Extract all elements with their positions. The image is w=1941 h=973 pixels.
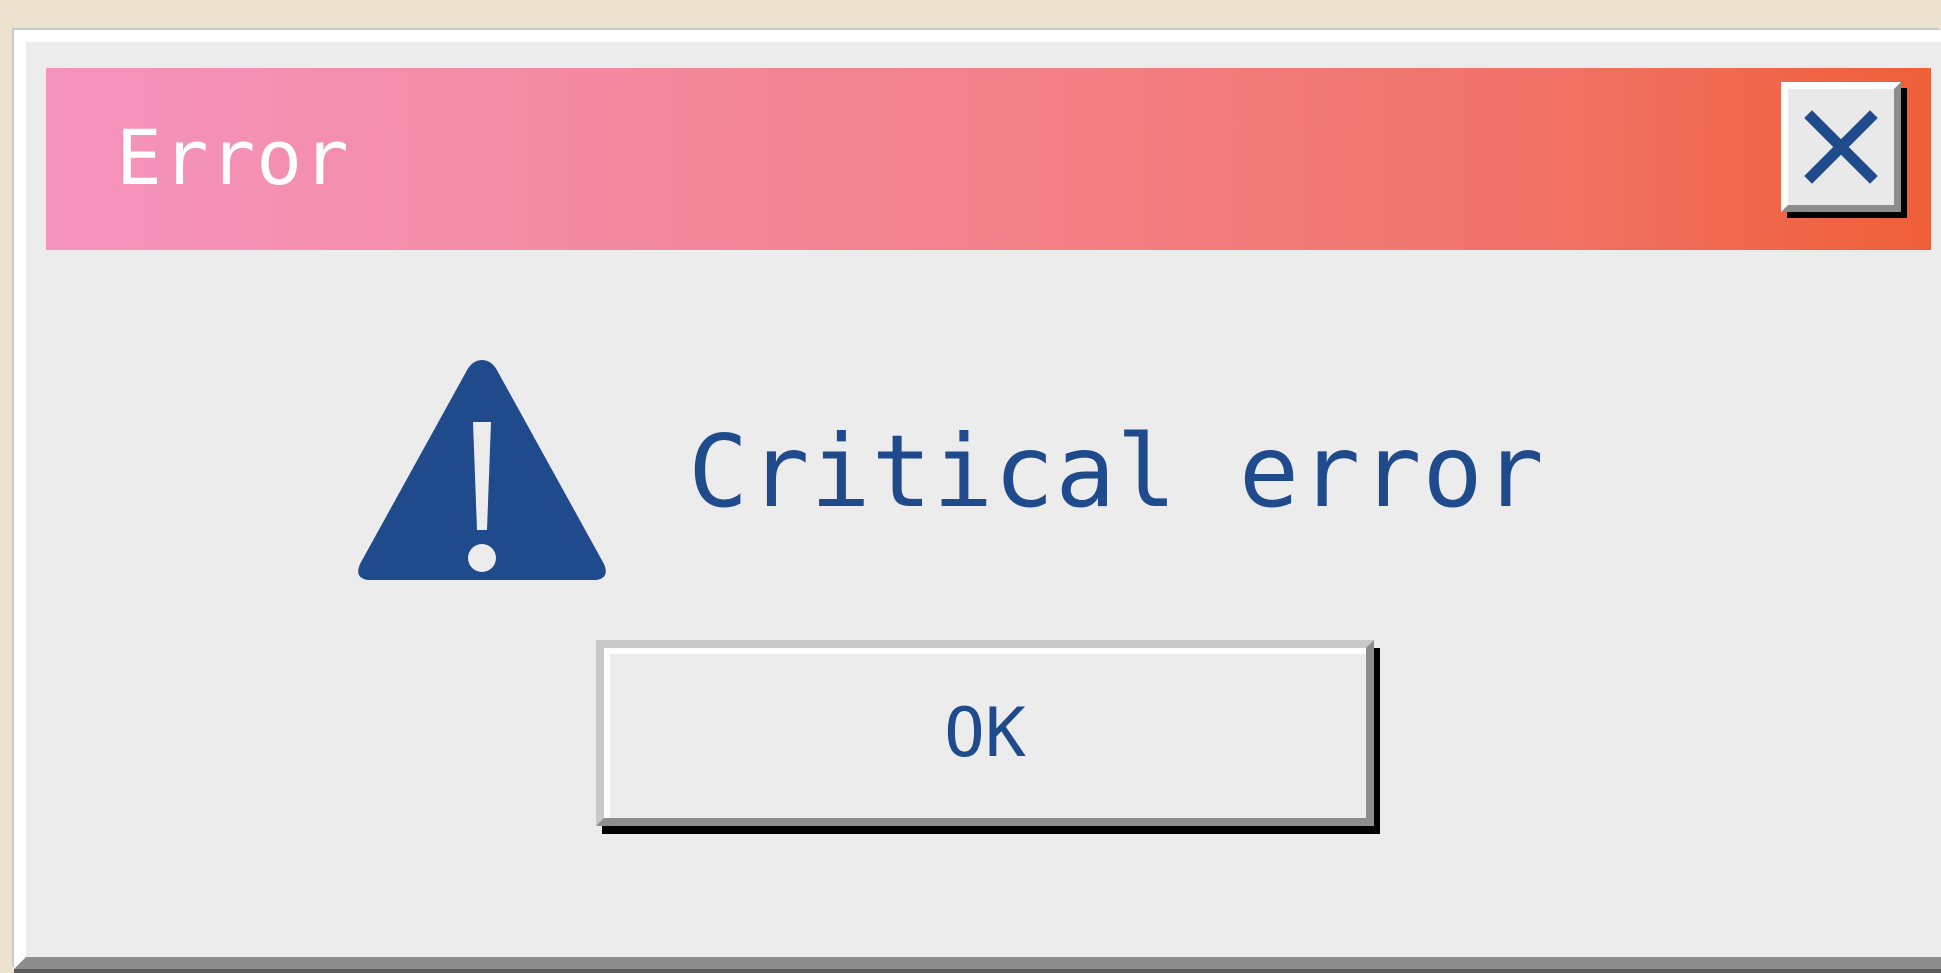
title-bar[interactable]: Error — [46, 68, 1931, 250]
error-message: Critical error — [688, 413, 1545, 530]
warning-icon — [352, 350, 612, 588]
ok-button-label: OK — [944, 693, 1026, 773]
close-icon — [1804, 110, 1878, 184]
close-button[interactable] — [1781, 82, 1901, 212]
error-dialog: Error Critical error OK — [14, 30, 1941, 973]
ok-button[interactable]: OK — [596, 640, 1374, 826]
dialog-title: Error — [116, 113, 350, 202]
